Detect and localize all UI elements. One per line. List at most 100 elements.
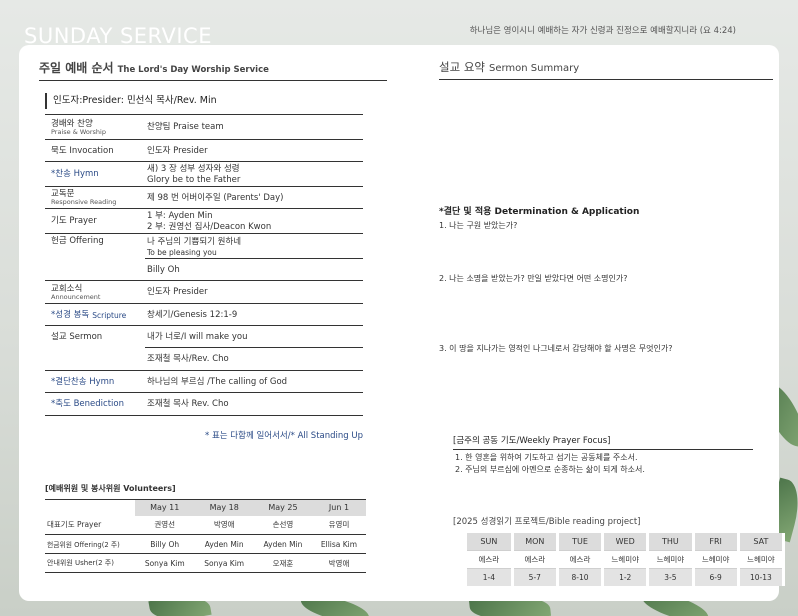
bible-book: 느헤미야 xyxy=(647,549,695,569)
bible-day: WED xyxy=(602,533,650,551)
order-label: 기도 Prayer xyxy=(51,216,97,227)
order-row: 설교 Sermon 내가 너로/I will make you xyxy=(45,326,363,348)
volunteer-name: Ellisa Kim xyxy=(311,534,366,554)
order-value: 인도자 Presider xyxy=(147,287,208,298)
order-value: 새) 3 장 성부 성자와 성령 xyxy=(147,163,240,174)
volunteer-name: 박영애 xyxy=(194,515,254,535)
order-label: *축도 Benediction xyxy=(51,399,124,410)
sermon-summary-column: 설교 요약 Sermon Summary *결단 및 적용 Determinat… xyxy=(439,59,786,587)
order-row: *결단찬송 Hymn 하나님의 부르심 /The calling of God xyxy=(45,371,363,393)
order-row: 조재철 목사/Rev. Cho xyxy=(45,348,363,371)
bible-chapters: 8-10 xyxy=(557,567,605,587)
bible-day: MON xyxy=(512,533,559,551)
prayer-item: 2. 주님의 부르심에 아멘으로 순종하는 삶이 되게 하소서. xyxy=(455,464,645,474)
volunteers-table: May 11 May 18 May 25 Jun 1 대표기도 Prayer 권… xyxy=(45,499,366,573)
order-value-line2: To be pleasing you xyxy=(147,247,217,257)
table-row: 헌금위원 Offering(2 주) Billy Oh Ayden Min Ay… xyxy=(45,534,366,554)
order-row: 교회소식 Announcement 인도자 Presider xyxy=(45,281,363,304)
header-verse: 하나님은 영이시니 예배하는 자가 신령과 진정으로 예배할지니라 (요 4:2… xyxy=(469,26,736,36)
decision-title: *결단 및 적용 Determination & Application xyxy=(439,207,640,217)
order-row: 경배와 찬양 Praise & Worship 찬양팀 Praise team xyxy=(45,115,363,140)
bible-chapters-row: 1-4 5-7 8-10 1-2 3-5 6-9 10-13 xyxy=(467,567,786,587)
sermon-summary-title-en: Sermon Summary xyxy=(488,63,580,74)
worship-order-heading: 주일 예배 순서 The Lord's Day Worship Service xyxy=(39,59,387,81)
bible-book: 에스라 xyxy=(512,549,559,569)
order-label: *성경 봉독 xyxy=(51,309,90,320)
prayer-focus: [금주의 공동 기도/Weekly Prayer Focus] 1. 한 영혼을… xyxy=(453,434,753,475)
bible-book: 느헤미야 xyxy=(693,549,740,569)
bible-book: 느헤미야 xyxy=(738,549,786,569)
bible-books-row: 에스라 에스라 에스라 느헤미야 느헤미야 느헤미야 느헤미야 xyxy=(467,549,786,569)
question-item: 1. 나는 구원 받았는가? xyxy=(439,221,518,230)
sermon-summary-heading: 설교 요약 Sermon Summary xyxy=(439,59,773,80)
volunteer-name: Sonya Kim xyxy=(135,553,195,573)
bible-day: FRI xyxy=(693,533,740,551)
volunteer-date: May 25 xyxy=(253,499,312,516)
order-row: 묵도 Invocation 인도자 Presider xyxy=(45,140,363,162)
worship-order-column: 주일 예배 순서 The Lord's Day Worship Service … xyxy=(39,59,387,573)
bible-day: THU xyxy=(647,533,695,551)
order-value: 1 부: Ayden Min xyxy=(147,210,213,221)
volunteer-date: May 18 xyxy=(194,499,254,516)
bulletin-card: 주일 예배 순서 The Lord's Day Worship Service … xyxy=(19,45,786,601)
order-row: *찬송 Hymn 새) 3 장 성부 성자와 성령 Glory be to the… xyxy=(45,162,363,187)
order-value: 조재철 목사/Rev. Cho xyxy=(147,354,229,365)
bible-day: SAT xyxy=(738,533,786,551)
bible-book: 에스라 xyxy=(467,549,514,569)
volunteer-name: Ayden Min xyxy=(194,534,254,554)
volunteer-name: 손선영 xyxy=(253,515,312,535)
volunteers-title: [예배위원 및 봉사위원 Volunteers] xyxy=(45,484,176,493)
volunteer-date: Jun 1 xyxy=(311,499,366,516)
volunteer-name: 박영애 xyxy=(311,553,366,573)
order-value: Billy Oh xyxy=(147,264,180,275)
order-sublabel: Announcement xyxy=(51,292,101,301)
bible-chapters: 10-13 xyxy=(738,567,786,587)
bible-reading-table: SUN MON TUE WED THU FRI SAT 에스라 에스라 에스라 … xyxy=(467,533,786,587)
order-value: 조재철 목사 Rev. Cho xyxy=(147,399,229,410)
order-sublabel: Praise & Worship xyxy=(51,127,106,136)
volunteer-name: Ayden Min xyxy=(253,534,312,554)
sermon-summary-title-ko: 설교 요약 xyxy=(439,60,485,74)
volunteer-name: 권영선 xyxy=(135,515,195,535)
question-item: 3. 이 땅을 지나가는 영적인 나그네로서 감당해야 할 사명은 무엇인가? xyxy=(439,344,673,353)
order-label-en: Scripture xyxy=(92,310,127,320)
order-row: 기도 Prayer 1 부: Ayden Min 2 부: 권영선 집사/Deac… xyxy=(45,209,363,234)
order-label: 묵도 Invocation xyxy=(51,145,114,156)
bible-day: TUE xyxy=(557,533,605,551)
bible-chapters: 3-5 xyxy=(647,567,695,587)
order-value: 찬양팀 Praise team xyxy=(147,122,224,133)
order-value-line2: 2 부: 권영선 집사/Deacon Kwon xyxy=(147,221,272,232)
order-value-line2: Glory be to the Father xyxy=(147,174,241,185)
order-value: 창세기/Genesis 12:1-9 xyxy=(147,309,238,320)
worship-order-title-en: The Lord's Day Worship Service xyxy=(117,65,269,75)
order-label: *찬송 Hymn xyxy=(51,169,99,180)
worship-order-title-ko: 주일 예배 순서 xyxy=(39,61,114,75)
order-value: 하나님의 부르심 /The calling of God xyxy=(147,376,288,387)
bible-day: SUN xyxy=(467,533,514,551)
volunteers-header-row: May 11 May 18 May 25 Jun 1 xyxy=(45,499,366,516)
volunteer-date: May 11 xyxy=(135,499,195,516)
volunteer-name: Billy Oh xyxy=(135,534,195,554)
order-row: 헌금 Offering 나 주님의 기쁨되기 원하네 To be pleasing… xyxy=(45,234,363,259)
table-row: 대표기도 Prayer 권영선 박영애 손선영 유영미 xyxy=(45,515,366,535)
bible-chapters: 6-9 xyxy=(693,567,740,587)
volunteer-role: 안내위원 Usher(2 주) xyxy=(45,553,135,573)
table-row: 안내위원 Usher(2 주) Sonya Kim Sonya Kim 오재훈 … xyxy=(45,553,366,573)
bible-project-title: [2025 성경읽기 프로젝트/Bible reading project] xyxy=(453,517,641,528)
prayer-focus-title: [금주의 공동 기도/Weekly Prayer Focus] xyxy=(453,434,753,450)
bible-book: 느헤미야 xyxy=(602,549,650,569)
order-value: 내가 너로/I will make you xyxy=(147,332,248,343)
bible-chapters: 5-7 xyxy=(512,567,559,587)
question-item: 2. 나는 소명을 받았는가? 만일 받았다면 어떤 소명인가? xyxy=(439,274,628,283)
volunteer-name: 오재훈 xyxy=(253,553,312,573)
volunteer-name: Sonya Kim xyxy=(194,553,254,573)
volunteer-name: 유영미 xyxy=(311,515,366,535)
volunteer-role: 헌금위원 Offering(2 주) xyxy=(45,534,135,554)
order-row: *성경 봉독 Scripture 창세기/Genesis 12:1-9 xyxy=(45,304,363,326)
bible-days-row: SUN MON TUE WED THU FRI SAT xyxy=(467,533,786,551)
order-row: 교독문 Responsive Reading 제 98 번 어버이주일 (Pare… xyxy=(45,187,363,209)
order-label: *결단찬송 Hymn xyxy=(51,376,115,387)
standing-note: * 표는 다함께 일어서서/* All Standing Up xyxy=(205,431,363,441)
bible-book: 에스라 xyxy=(557,549,605,569)
order-value: 제 98 번 어버이주일 (Parents' Day) xyxy=(147,192,284,203)
